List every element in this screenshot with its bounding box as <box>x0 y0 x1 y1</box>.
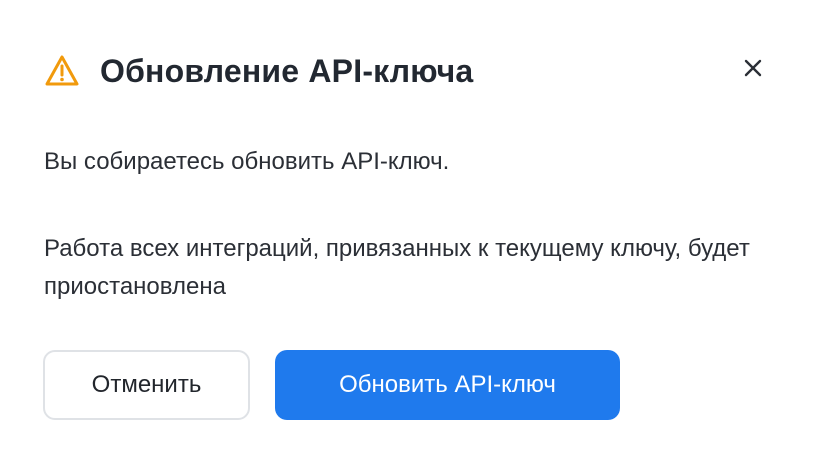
dialog-title: Обновление API-ключа <box>100 52 474 89</box>
warning-triangle-icon <box>44 53 80 89</box>
update-api-key-dialog: Обновление API-ключа Вы собираетесь обно… <box>0 0 817 462</box>
close-button[interactable] <box>733 50 773 90</box>
update-api-key-button[interactable]: Обновить API-ключ <box>275 350 620 420</box>
dialog-message-primary: Вы собираетесь обновить API-ключ. <box>44 148 450 175</box>
dialog-message-secondary: Работа всех интеграций, привязанных к те… <box>44 235 750 300</box>
close-icon <box>743 58 763 83</box>
dialog-header: Обновление API-ключа <box>44 46 473 96</box>
cancel-button[interactable]: Отменить <box>43 350 250 420</box>
